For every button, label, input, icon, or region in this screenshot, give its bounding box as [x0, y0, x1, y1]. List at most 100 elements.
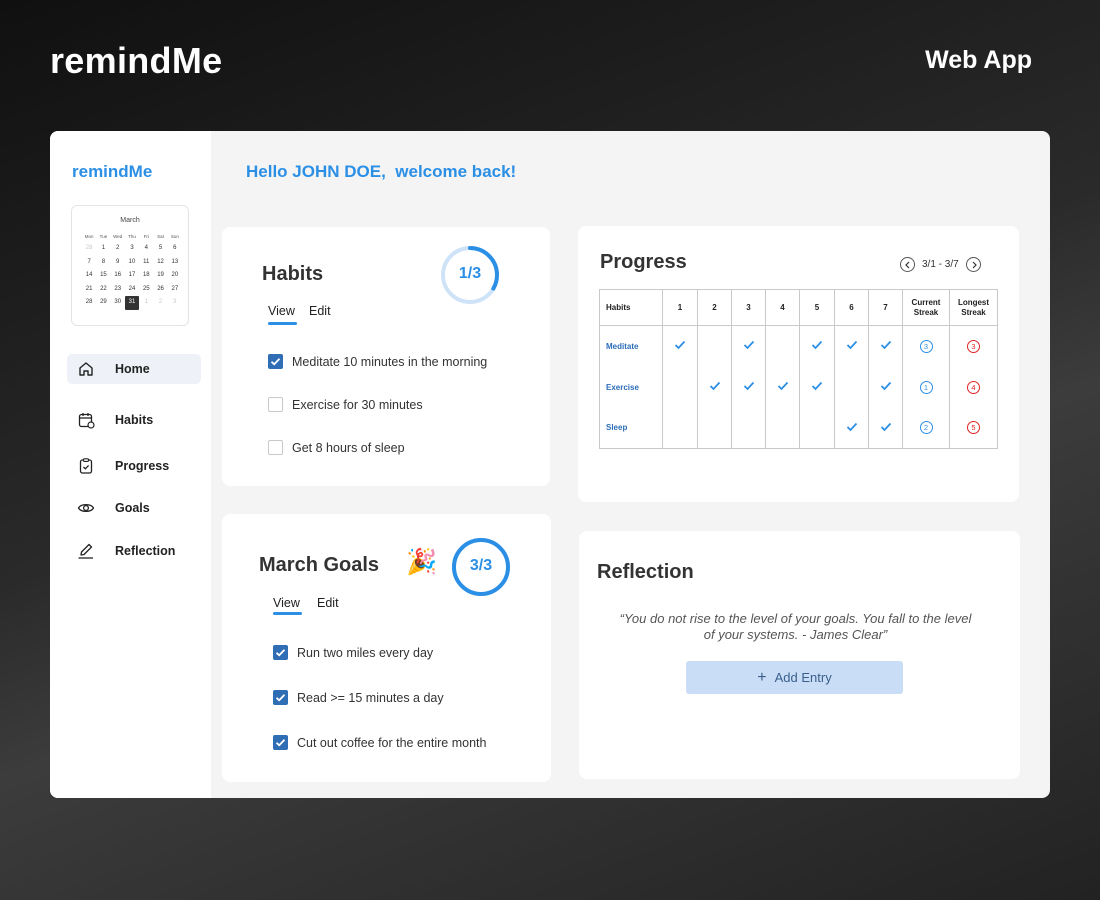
- goals-title: March Goals: [259, 554, 380, 576]
- checkbox-checked[interactable]: [273, 645, 288, 660]
- calendar-day[interactable]: 6: [168, 242, 182, 256]
- calendar-day[interactable]: 25: [139, 283, 153, 297]
- calendar-day[interactable]: 13: [168, 256, 182, 270]
- goal-item[interactable]: Run two miles every day: [273, 645, 433, 660]
- col-header-day: 5: [799, 289, 835, 326]
- calendar-grid: Mon Tue Wed Thu Fri Sat Sun 28 1 2 3 4 5 6 7 8 9 10 11 12 13…: [82, 232, 182, 310]
- habit-item[interactable]: Exercise for 30 minutes: [268, 397, 423, 412]
- calendar-day-name: Fri: [143, 234, 149, 239]
- calendar-day[interactable]: 1: [96, 242, 110, 256]
- check-icon: [811, 341, 823, 350]
- mini-calendar: March Mon Tue Wed Thu Fri Sat Sun 28 1 2 3 4 5 6 7 8 9 10…: [71, 205, 189, 326]
- longest-streak-badge: 3: [967, 339, 980, 353]
- calendar-day[interactable]: 29: [96, 296, 110, 310]
- check-icon: [743, 381, 754, 391]
- calendar-day[interactable]: 7: [82, 256, 96, 270]
- habit-label: Meditate 10 minutes in the morning: [292, 354, 488, 369]
- add-entry-button[interactable]: + Add Entry: [686, 661, 903, 694]
- day-cell-done: [697, 366, 732, 408]
- calendar-icon: [78, 413, 95, 429]
- day-cell-empty: [662, 366, 698, 408]
- calendar-day[interactable]: 23: [111, 283, 125, 297]
- sidebar-item-home[interactable]: Home: [67, 354, 201, 384]
- calendar-day[interactable]: 12: [153, 256, 167, 270]
- tab-view[interactable]: View: [268, 304, 295, 318]
- progress-card: Progress 3/1 - 3/7 Habits 1 2 3 4 5 6 7: [578, 226, 1019, 502]
- calendar-day[interactable]: 2: [111, 242, 125, 256]
- chevron-left-icon: [905, 261, 910, 269]
- home-icon: [79, 362, 93, 376]
- calendar-day[interactable]: 24: [125, 283, 139, 297]
- calendar-day[interactable]: 20: [168, 269, 182, 283]
- tab-edit[interactable]: Edit: [317, 596, 339, 610]
- check-icon: [743, 341, 754, 350]
- goal-item[interactable]: Read >= 15 minutes a day: [273, 690, 444, 705]
- check-icon: [777, 381, 788, 391]
- prev-week-button[interactable]: [900, 257, 915, 272]
- calendar-day[interactable]: 5: [153, 242, 167, 256]
- sidebar-brand[interactable]: remindMe: [72, 162, 152, 182]
- checkbox-checked[interactable]: [268, 354, 283, 369]
- calendar-day[interactable]: 1: [139, 296, 153, 310]
- calendar-day[interactable]: 8: [96, 256, 110, 270]
- day-cell-empty: [799, 407, 835, 449]
- sidebar-item-label: Progress: [115, 459, 170, 473]
- calendar-day[interactable]: 9: [111, 256, 125, 270]
- goal-item[interactable]: Cut out coffee for the entire month: [273, 735, 486, 750]
- habit-item[interactable]: Get 8 hours of sleep: [268, 440, 405, 455]
- calendar-day[interactable]: 22: [96, 283, 110, 297]
- calendar-day[interactable]: 19: [153, 269, 167, 283]
- progress-habit-name: Exercise: [599, 366, 663, 408]
- sidebar: remindMe March Mon Tue Wed Thu Fri Sat Sun 28 1 2…: [50, 131, 211, 798]
- tab-edit[interactable]: Edit: [309, 304, 331, 318]
- calendar-day[interactable]: 14: [82, 269, 96, 283]
- calendar-day[interactable]: 28: [82, 296, 96, 310]
- tab-active-indicator: [273, 612, 302, 615]
- check-icon: [275, 739, 286, 747]
- calendar-day[interactable]: 16: [111, 269, 125, 283]
- calendar-day[interactable]: 4: [139, 242, 153, 256]
- calendar-day-name: Thu: [128, 234, 136, 239]
- habits-title: Habits: [262, 263, 324, 285]
- day-cell-done: [868, 366, 903, 408]
- sidebar-item-habits[interactable]: Habits: [67, 405, 201, 435]
- check-icon: [275, 649, 286, 657]
- calendar-month: March: [120, 217, 140, 224]
- progress-row: Exercise 1 4: [599, 366, 998, 408]
- calendar-day[interactable]: 3: [125, 242, 139, 256]
- calendar-day[interactable]: 21: [82, 283, 96, 297]
- week-range: 3/1 - 3/7: [922, 259, 959, 270]
- calendar-day[interactable]: 3: [168, 296, 182, 310]
- calendar-day[interactable]: 27: [168, 283, 182, 297]
- progress-habit-name: Meditate: [599, 325, 663, 367]
- calendar-day[interactable]: 15: [96, 269, 110, 283]
- checkbox-unchecked[interactable]: [268, 440, 283, 455]
- calendar-day[interactable]: 17: [125, 269, 139, 283]
- habit-item[interactable]: Meditate 10 minutes in the morning: [268, 354, 487, 369]
- goals-counter: 3/3: [469, 557, 493, 574]
- calendar-day[interactable]: 30: [111, 296, 125, 310]
- checkbox-unchecked[interactable]: [268, 397, 283, 412]
- longest-streak-cell: 4: [949, 366, 998, 408]
- tab-view[interactable]: View: [273, 596, 300, 610]
- sidebar-item-goals[interactable]: Goals: [67, 493, 201, 523]
- calendar-day[interactable]: 11: [139, 256, 153, 270]
- checkbox-checked[interactable]: [273, 690, 288, 705]
- col-header-day: 4: [765, 289, 800, 326]
- habit-label: Get 8 hours of sleep: [292, 440, 405, 455]
- checkbox-checked[interactable]: [273, 735, 288, 750]
- longest-streak-badge: 4: [967, 380, 980, 394]
- calendar-day[interactable]: 26: [153, 283, 167, 297]
- calendar-day[interactable]: 28: [82, 242, 96, 256]
- calendar-day[interactable]: 2: [153, 296, 167, 310]
- day-cell-empty: [834, 366, 869, 408]
- day-cell-done: [868, 325, 903, 367]
- calendar-day[interactable]: 10: [125, 256, 139, 270]
- sidebar-item-progress[interactable]: Progress: [67, 451, 201, 481]
- calendar-day[interactable]: 18: [139, 269, 153, 283]
- sidebar-item-reflection[interactable]: Reflection: [67, 536, 201, 566]
- next-week-button[interactable]: [965, 257, 981, 272]
- calendar-day[interactable]: 31: [124, 296, 140, 310]
- calendar-day-name: Sat: [157, 234, 164, 239]
- sidebar-item-label: Reflection: [115, 544, 176, 558]
